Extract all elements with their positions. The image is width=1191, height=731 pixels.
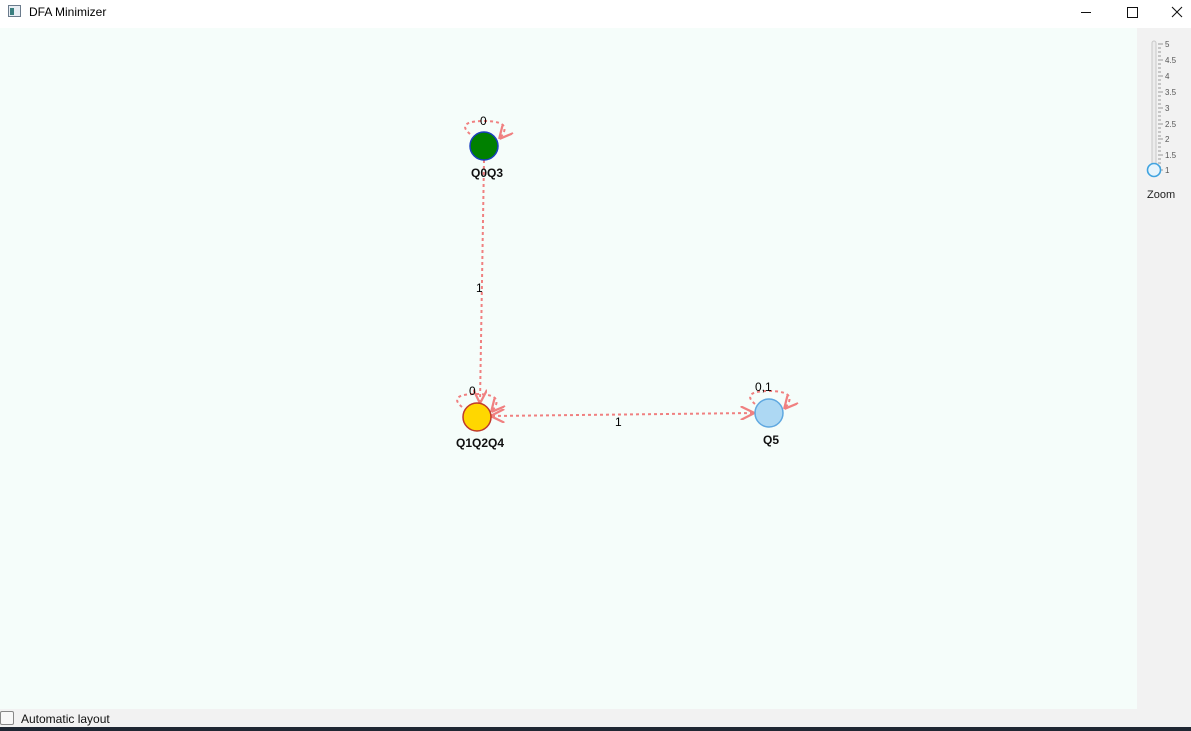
state-label-q1q2q4: Q1Q2Q4	[456, 436, 504, 450]
edge-q1q2q4-q5[interactable]	[492, 413, 753, 416]
window-title: DFA Minimizer	[29, 5, 107, 19]
zoom-label: Zoom	[1147, 189, 1176, 201]
state-q5[interactable]	[754, 398, 784, 428]
state-q1q2q4[interactable]	[462, 402, 492, 432]
zoom-tick-label: 4	[1165, 72, 1170, 81]
zoom-slider-track[interactable]	[1151, 40, 1157, 173]
self-loop-label-q0q3: 0	[480, 114, 487, 128]
bottom-bar	[0, 709, 1191, 727]
zoom-tick-label: 1	[1165, 166, 1170, 175]
zoom-tick-label: 4.5	[1165, 56, 1177, 65]
edge-label-q0q3-q1q2q4: 1	[476, 281, 483, 295]
zoom-tick-label: 2	[1165, 135, 1170, 144]
zoom-tick-label: 3	[1165, 104, 1170, 113]
graph-svg: 1 1 0 0 0,1 Q0Q3 Q1Q2Q4 Q5	[456, 114, 1137, 450]
self-loop-label-q5: 0,1	[755, 380, 772, 394]
taskbar-strip	[0, 727, 1191, 731]
zoom-ticks	[1158, 43, 1163, 171]
maximize-button[interactable]	[1109, 0, 1155, 24]
self-loop-label-q1q2q4: 0	[469, 384, 476, 398]
automatic-layout-checkbox[interactable]	[0, 711, 14, 725]
zoom-tick-label: 3.5	[1165, 88, 1177, 97]
state-q0q3[interactable]	[469, 131, 499, 161]
zoom-tick-label: 1.5	[1165, 151, 1177, 160]
state-label-q5: Q5	[763, 433, 779, 447]
state-label-q0q3: Q0Q3	[471, 166, 503, 180]
zoom-tick-label: 5	[1165, 40, 1170, 49]
zoom-slider[interactable]: 5 4.5 4 3.5 3 2.5 2 1.5 1	[1137, 28, 1191, 188]
edge-label-q1q2q4-q5: 1	[615, 415, 622, 429]
close-icon	[1171, 6, 1183, 18]
title-bar: DFA Minimizer	[0, 0, 1191, 24]
graph-canvas[interactable]: 1 1 0 0 0,1 Q0Q3 Q1Q2Q4 Q5	[0, 28, 1137, 709]
close-button[interactable]	[1154, 0, 1191, 24]
zoom-tick-label: 2.5	[1165, 120, 1177, 129]
minimize-button[interactable]	[1063, 0, 1109, 24]
maximize-icon	[1126, 6, 1138, 18]
app-icon	[8, 5, 21, 17]
automatic-layout-label[interactable]: Automatic layout	[21, 712, 110, 726]
zoom-slider-thumb[interactable]	[1146, 162, 1162, 178]
minimize-icon	[1081, 11, 1091, 13]
